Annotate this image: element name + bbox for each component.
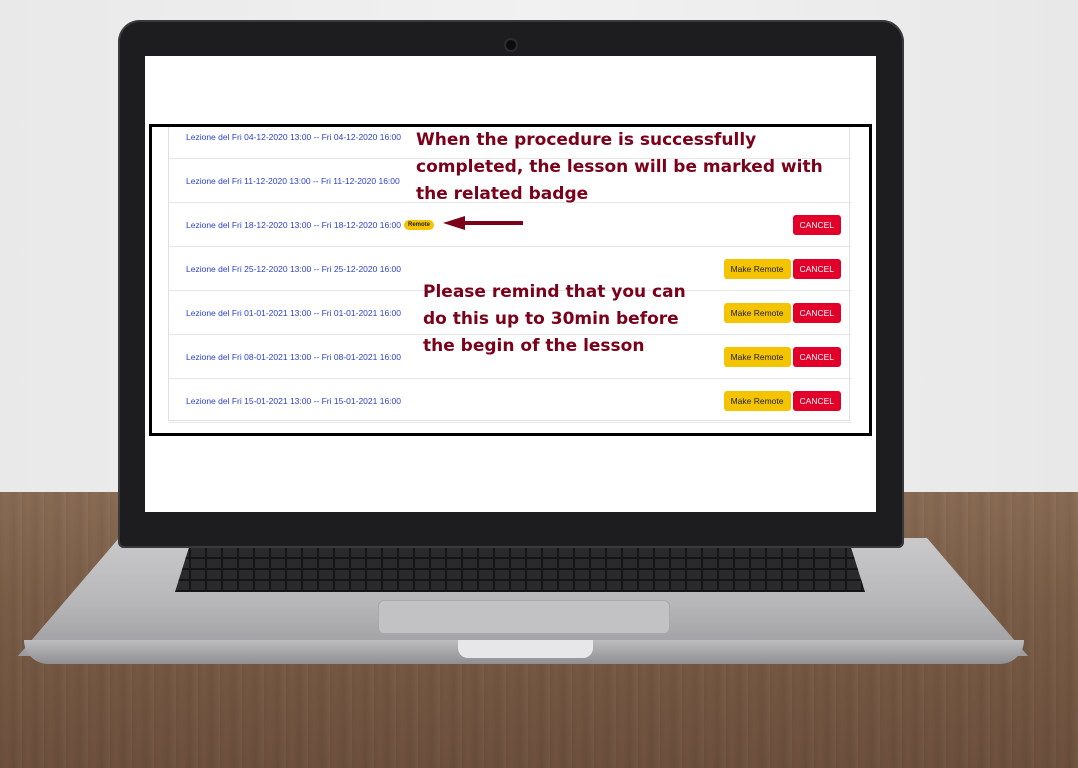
lesson-link[interactable]: Lezione del Fri 04-12-2020 13:00 -- Fri … [186, 132, 401, 142]
laptop-keyboard [175, 548, 865, 592]
annotation-line: do this up to 30min before [423, 309, 679, 329]
lesson-actions: Make Remote CANCEL [723, 346, 841, 367]
cancel-button[interactable]: CANCEL [792, 302, 841, 323]
annotation-badge-note: When the procedure is successfully compl… [416, 127, 823, 208]
cancel-button[interactable]: CANCEL [792, 390, 841, 411]
lesson-actions: Make Remote CANCEL [723, 390, 841, 411]
lesson-link[interactable]: Lezione del Fri 11-12-2020 13:00 -- Fri … [186, 176, 400, 186]
make-remote-button[interactable]: Make Remote [723, 258, 791, 279]
webcam-icon [506, 40, 516, 50]
lesson-list-frame: Lezione del Fri 04-12-2020 13:00 -- Fri … [149, 124, 872, 436]
remote-badge: Remote [404, 219, 435, 230]
make-remote-button[interactable]: Make Remote [723, 390, 791, 411]
annotation-line: the begin of the lesson [423, 336, 645, 356]
lesson-link[interactable]: Lezione del Fri 01-01-2021 13:00 -- Fri … [186, 308, 401, 318]
laptop-front-notch [458, 640, 593, 658]
make-remote-button[interactable]: Make Remote [723, 346, 791, 367]
annotation-line: the related badge [416, 184, 589, 204]
annotation-line: completed, the lesson will be marked wit… [416, 157, 823, 177]
lesson-row: Lezione del Fri 15-01-2021 13:00 -- Fri … [169, 379, 851, 423]
lesson-link[interactable]: Lezione del Fri 15-01-2021 13:00 -- Fri … [186, 396, 401, 406]
laptop-screen: Lezione del Fri 04-12-2020 13:00 -- Fri … [145, 56, 876, 512]
arrow-left-icon [443, 216, 523, 230]
annotation-line: Please remind that you can [423, 282, 686, 302]
laptop-trackpad [378, 600, 670, 634]
annotation-reminder-note: Please remind that you can do this up to… [423, 279, 686, 360]
lesson-link[interactable]: Lezione del Fri 25-12-2020 13:00 -- Fri … [186, 264, 401, 274]
make-remote-button[interactable]: Make Remote [723, 302, 791, 323]
cancel-button[interactable]: CANCEL [792, 346, 841, 367]
annotation-line: When the procedure is successfully [416, 130, 757, 150]
lesson-actions: Make Remote CANCEL [723, 258, 841, 279]
cancel-button[interactable]: CANCEL [792, 214, 841, 235]
cancel-button[interactable]: CANCEL [792, 258, 841, 279]
lesson-actions: Make Remote CANCEL [723, 302, 841, 323]
lesson-actions: CANCEL [792, 214, 841, 235]
lesson-link[interactable]: Lezione del Fri 08-01-2021 13:00 -- Fri … [186, 352, 401, 362]
lesson-link[interactable]: Lezione del Fri 18-12-2020 13:00 -- Fri … [186, 220, 401, 230]
